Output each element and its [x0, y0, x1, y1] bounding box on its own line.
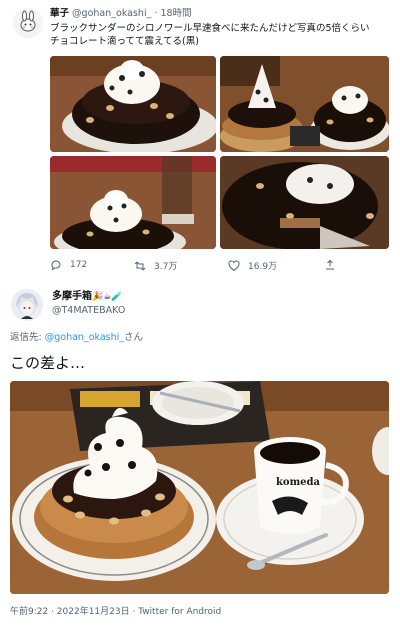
handle[interactable]: @T4MATEBAKO — [52, 305, 125, 317]
display-name[interactable]: 華子 — [50, 8, 69, 19]
photo[interactable]: komeda — [10, 381, 389, 594]
reply-context: 返信先: @gohan_okashi_さん — [10, 332, 143, 344]
dessert-coffee-photo-image: komeda — [10, 381, 389, 594]
reply-button[interactable]: 172 — [50, 259, 87, 271]
like-button[interactable]: 16.9万 — [228, 259, 277, 272]
reply-suffix: さん — [124, 332, 144, 343]
name-emoji: 🎉☕🧪 — [92, 292, 123, 302]
tweet-text: ブラックサンダーのシロノワール早速食べに来たんだけど写真の5倍くらい チョコレー… — [50, 22, 395, 48]
tweet-text-line: ブラックサンダーのシロノワール早速食べに来たんだけど写真の5倍くらい — [50, 23, 370, 34]
timestamp[interactable]: 18時間 — [160, 8, 191, 19]
dessert-photo-image — [50, 156, 216, 249]
anime-avatar-icon — [11, 289, 43, 321]
photo-grid — [50, 56, 389, 249]
reply-prefix: 返信先: — [10, 332, 45, 343]
retweet-count: 3.7万 — [154, 262, 178, 272]
share-button[interactable] — [324, 259, 336, 271]
separator: · — [154, 8, 158, 19]
tweet-meta: 午前9:22 · 2022年11月23日 · Twitter for Andro… — [10, 607, 222, 617]
avatar[interactable] — [13, 8, 43, 38]
rabbit-avatar-icon — [20, 10, 36, 32]
tweet-header: 華子 @gohan_okashi_ · 18時間 — [50, 8, 192, 20]
avatar[interactable] — [11, 289, 43, 321]
dessert-photo-image — [50, 56, 216, 152]
reply-count: 172 — [70, 260, 88, 270]
photo-2[interactable] — [220, 56, 389, 152]
dessert-photo-image — [220, 56, 389, 152]
tweet-text: この差よ… — [10, 354, 86, 372]
cup-brand-text: komeda — [276, 477, 321, 488]
retweet-button[interactable]: 3.7万 — [134, 259, 177, 272]
share-icon — [326, 259, 334, 270]
action-bar: 172 3.7万 16.9万 — [50, 259, 350, 273]
tweet-header: 多摩手箱🎉☕🧪 — [52, 290, 122, 304]
heart-icon — [228, 259, 240, 271]
photo-3[interactable] — [50, 156, 216, 249]
photo-4[interactable] — [220, 156, 389, 249]
handle[interactable]: @gohan_okashi_ — [72, 8, 151, 19]
reply-icon — [51, 260, 61, 271]
photo-1[interactable] — [50, 56, 216, 152]
tweet-text-line: チョコレート滴ってて震えてる(黒) — [50, 36, 199, 47]
display-name[interactable]: 多摩手箱 — [52, 291, 92, 302]
retweet-icon — [134, 261, 146, 270]
dessert-photo-image — [220, 156, 389, 249]
reply-handle-link[interactable]: @gohan_okashi_ — [45, 332, 124, 343]
like-count: 16.9万 — [248, 262, 278, 272]
